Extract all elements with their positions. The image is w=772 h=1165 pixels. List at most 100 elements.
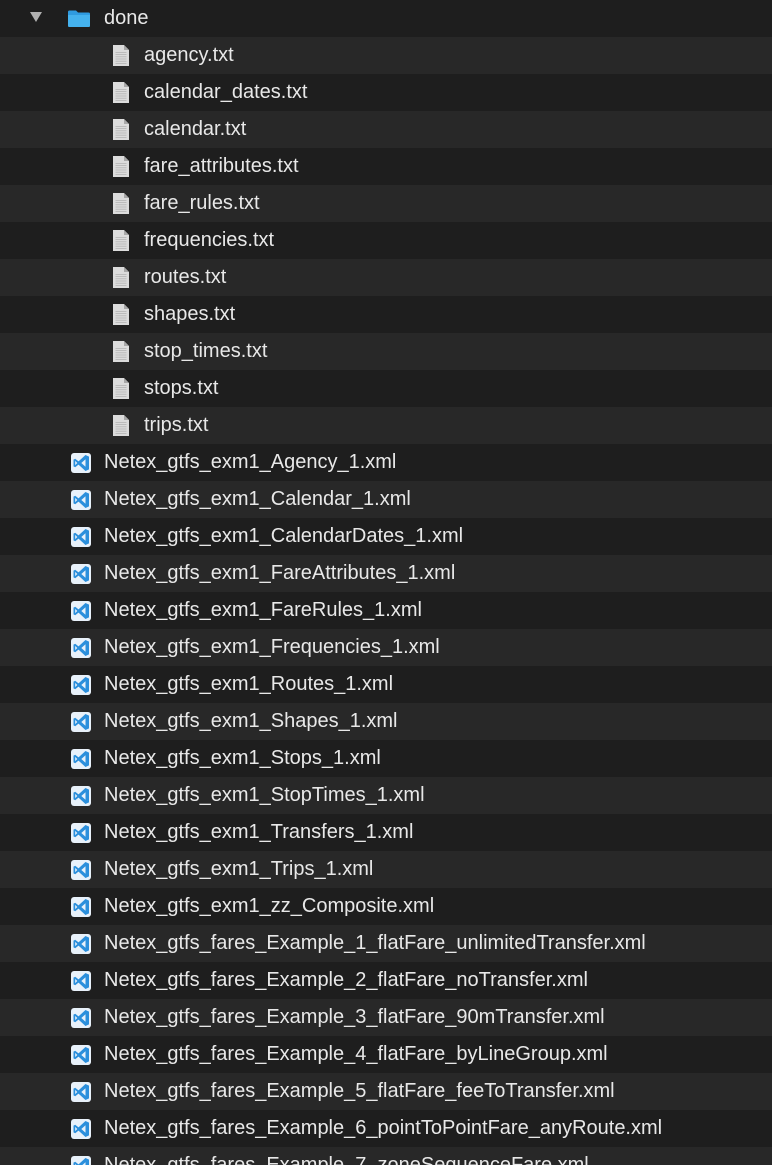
xml-file-row[interactable]: Netex_gtfs_exm1_StopTimes_1.xml [0, 777, 772, 814]
xml-file-row[interactable]: Netex_gtfs_exm1_Calendar_1.xml [0, 481, 772, 518]
xml-file-row[interactable]: Netex_gtfs_exm1_Shapes_1.xml [0, 703, 772, 740]
vscode-xml-file-icon [71, 453, 91, 473]
file-name: Netex_gtfs_fares_Example_1_flatFare_unli… [104, 932, 646, 954]
xml-file-list: Netex_gtfs_exm1_Agency_1.xml Netex_gtfs_e… [0, 444, 772, 1165]
txt-file-row[interactable]: trips.txt [0, 407, 772, 444]
text-file-icon [113, 82, 129, 103]
folder-row-done[interactable]: done [0, 0, 772, 37]
file-name: Netex_gtfs_exm1_CalendarDates_1.xml [104, 525, 464, 547]
file-name: Netex_gtfs_fares_Example_6_pointToPointF… [104, 1117, 663, 1139]
txt-file-row[interactable]: routes.txt [0, 259, 772, 296]
file-name: stop_times.txt [144, 340, 268, 362]
txt-file-row[interactable]: calendar.txt [0, 111, 772, 148]
xml-file-row[interactable]: Netex_gtfs_exm1_FareAttributes_1.xml [0, 555, 772, 592]
file-name: Netex_gtfs_exm1_zz_Composite.xml [104, 895, 435, 917]
vscode-xml-file-icon [71, 971, 91, 991]
text-file-icon [113, 230, 129, 251]
file-name: Netex_gtfs_exm1_Calendar_1.xml [104, 488, 411, 510]
txt-file-row[interactable]: shapes.txt [0, 296, 772, 333]
txt-file-row[interactable]: fare_rules.txt [0, 185, 772, 222]
xml-file-row[interactable]: Netex_gtfs_exm1_Agency_1.xml [0, 444, 772, 481]
vscode-xml-file-icon [71, 1008, 91, 1028]
file-tree: done agency.txt calendar_dates.txtcalenda… [0, 0, 772, 1165]
vscode-xml-file-icon [71, 1156, 91, 1165]
file-name: Netex_gtfs_exm1_Routes_1.xml [104, 673, 394, 695]
xml-file-row[interactable]: Netex_gtfs_fares_Example_6_pointToPointF… [0, 1110, 772, 1147]
vscode-xml-file-icon [71, 823, 91, 843]
vscode-xml-file-icon [71, 897, 91, 917]
vscode-xml-file-icon [71, 527, 91, 547]
xml-file-row[interactable]: Netex_gtfs_exm1_Stops_1.xml [0, 740, 772, 777]
file-name: agency.txt [144, 44, 234, 66]
text-file-icon [113, 304, 129, 325]
text-file-icon [113, 267, 129, 288]
file-name: Netex_gtfs_exm1_FareRules_1.xml [104, 599, 422, 621]
xml-file-row[interactable]: Netex_gtfs_fares_Example_3_flatFare_90mT… [0, 999, 772, 1036]
txt-file-row[interactable]: frequencies.txt [0, 222, 772, 259]
disclosure-triangle-icon[interactable] [30, 12, 42, 22]
file-name: calendar_dates.txt [144, 81, 308, 103]
vscode-xml-file-icon [71, 786, 91, 806]
vscode-xml-file-icon [71, 601, 91, 621]
file-name: Netex_gtfs_exm1_Trips_1.xml [104, 858, 374, 880]
xml-file-row[interactable]: Netex_gtfs_exm1_Trips_1.xml [0, 851, 772, 888]
vscode-xml-file-icon [71, 934, 91, 954]
file-name: routes.txt [144, 266, 227, 288]
file-name: calendar.txt [144, 118, 247, 140]
vscode-xml-file-icon [71, 675, 91, 695]
file-name: trips.txt [144, 414, 209, 436]
file-name: Netex_gtfs_fares_Example_5_flatFare_feeT… [104, 1080, 615, 1102]
txt-file-row[interactable]: stop_times.txt [0, 333, 772, 370]
file-name: Netex_gtfs_exm1_Transfers_1.xml [104, 821, 414, 843]
text-file-icon [113, 119, 129, 140]
text-file-icon [113, 45, 129, 66]
file-name: fare_rules.txt [144, 192, 260, 214]
folder-icon [68, 10, 90, 27]
file-name: Netex_gtfs_exm1_Shapes_1.xml [104, 710, 398, 732]
file-name: shapes.txt [144, 303, 236, 325]
text-file-icon [113, 378, 129, 399]
file-name: Netex_gtfs_fares_Example_3_flatFare_90mT… [104, 1006, 605, 1028]
vscode-xml-file-icon [71, 749, 91, 769]
vscode-xml-file-icon [71, 1082, 91, 1102]
file-name: stops.txt [144, 377, 219, 399]
txt-file-row[interactable]: agency.txt [0, 37, 772, 74]
xml-file-row[interactable]: Netex_gtfs_fares_Example_2_flatFare_noTr… [0, 962, 772, 999]
file-name: Netex_gtfs_fares_Example_7_zoneSequenceF… [104, 1154, 589, 1165]
text-file-icon [113, 193, 129, 214]
text-file-icon [113, 415, 129, 436]
file-name: Netex_gtfs_exm1_Frequencies_1.xml [104, 636, 440, 658]
file-name: Netex_gtfs_exm1_FareAttributes_1.xml [104, 562, 456, 584]
xml-file-row[interactable]: Netex_gtfs_exm1_zz_Composite.xml [0, 888, 772, 925]
folder-name: done [104, 7, 149, 29]
vscode-xml-file-icon [71, 638, 91, 658]
xml-file-row[interactable]: Netex_gtfs_exm1_FareRules_1.xml [0, 592, 772, 629]
xml-file-row[interactable]: Netex_gtfs_fares_Example_1_flatFare_unli… [0, 925, 772, 962]
xml-file-row[interactable]: Netex_gtfs_fares_Example_7_zoneSequenceF… [0, 1147, 772, 1165]
text-file-icon [113, 156, 129, 177]
xml-file-row[interactable]: Netex_gtfs_exm1_Routes_1.xml [0, 666, 772, 703]
xml-file-row[interactable]: Netex_gtfs_exm1_CalendarDates_1.xml [0, 518, 772, 555]
xml-file-row[interactable]: Netex_gtfs_exm1_Transfers_1.xml [0, 814, 772, 851]
file-name: Netex_gtfs_fares_Example_4_flatFare_byLi… [104, 1043, 608, 1065]
file-name: Netex_gtfs_exm1_StopTimes_1.xml [104, 784, 425, 806]
vscode-xml-file-icon [71, 860, 91, 880]
xml-file-row[interactable]: Netex_gtfs_exm1_Frequencies_1.xml [0, 629, 772, 666]
xml-file-row[interactable]: Netex_gtfs_fares_Example_4_flatFare_byLi… [0, 1036, 772, 1073]
text-file-icon [113, 341, 129, 362]
txt-file-list: agency.txt calendar_dates.txt calendar.txt… [0, 37, 772, 444]
txt-file-row[interactable]: stops.txt [0, 370, 772, 407]
vscode-xml-file-icon [71, 1119, 91, 1139]
vscode-xml-file-icon [71, 712, 91, 732]
txt-file-row[interactable]: fare_attributes.txt [0, 148, 772, 185]
vscode-xml-file-icon [71, 564, 91, 584]
xml-file-row[interactable]: Netex_gtfs_fares_Example_5_flatFare_feeT… [0, 1073, 772, 1110]
file-name: Netex_gtfs_exm1_Agency_1.xml [104, 451, 397, 473]
file-name: fare_attributes.txt [144, 155, 299, 177]
vscode-xml-file-icon [71, 1045, 91, 1065]
txt-file-row[interactable]: calendar_dates.txt [0, 74, 772, 111]
vscode-xml-file-icon [71, 490, 91, 510]
file-name: Netex_gtfs_fares_Example_2_flatFare_noTr… [104, 969, 588, 991]
file-name: frequencies.txt [144, 229, 275, 251]
file-name: Netex_gtfs_exm1_Stops_1.xml [104, 747, 381, 769]
